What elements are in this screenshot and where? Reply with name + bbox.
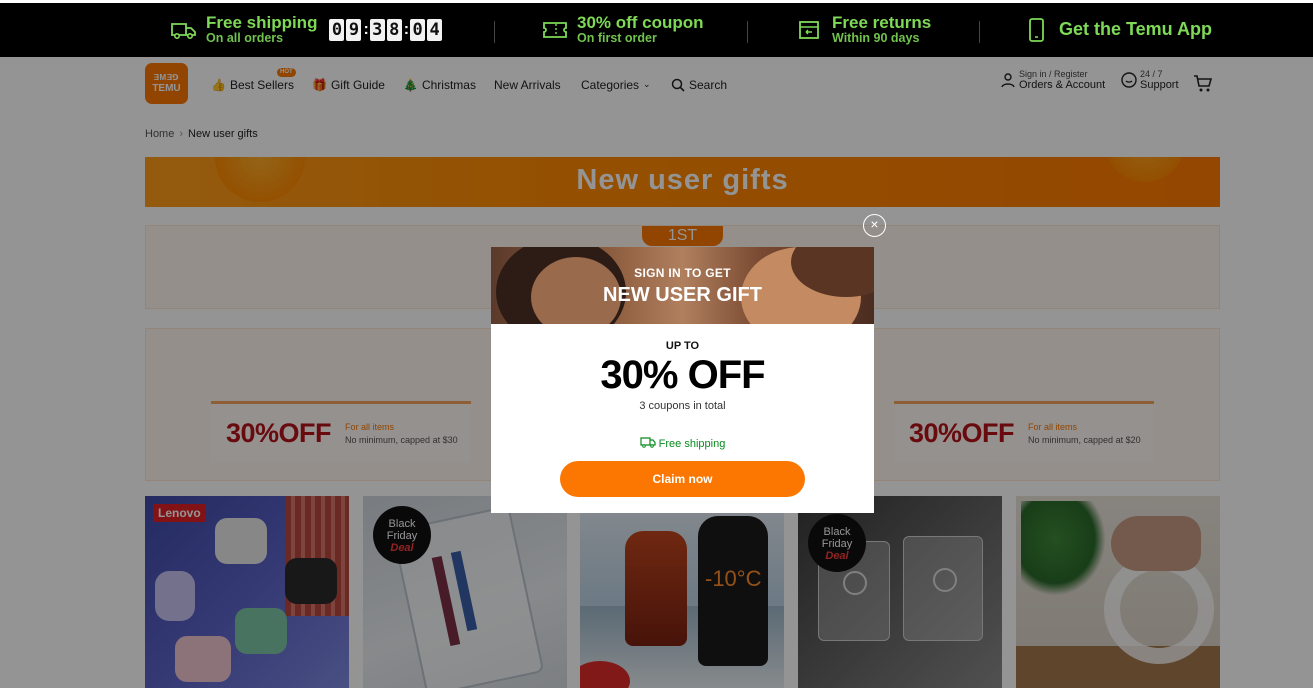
coupon-icon	[543, 22, 567, 38]
modal-free-shipping-label: Free shipping	[658, 438, 726, 450]
countdown-colon: :	[403, 21, 410, 38]
promo-divider	[494, 21, 495, 43]
get-app-promo[interactable]: Get the Temu App	[1023, 3, 1212, 57]
countdown-digit: 0	[329, 19, 345, 41]
close-icon: ×	[870, 216, 879, 232]
modal-free-shipping: Free shipping	[491, 437, 874, 450]
modal-discount: 30% OFF	[600, 353, 765, 397]
coupon-promo[interactable]: 30% off coupon On first order	[541, 3, 704, 57]
countdown-timer: 0 9 : 3 8 : 0 4	[329, 19, 444, 41]
modal-hero-image: SIGN IN TO GET NEW USER GIFT	[491, 247, 874, 324]
return-box-icon	[799, 21, 819, 39]
free-returns-subtitle: Within 90 days	[832, 31, 920, 46]
countdown-digit: 3	[369, 19, 385, 41]
modal-sign-in-text: SIGN IN TO GET	[634, 266, 731, 280]
new-user-gift-modal: SIGN IN TO GET NEW USER GIFT UP TO 30% O…	[491, 247, 874, 513]
promo-bar: Free shipping On all orders 0 9 : 3 8 : …	[0, 0, 1313, 57]
claim-now-button[interactable]: Claim now	[560, 461, 805, 497]
countdown-digit: 9	[346, 19, 362, 41]
countdown-digit: 8	[386, 19, 402, 41]
free-returns-promo[interactable]: Free returns Within 90 days	[796, 3, 931, 57]
modal-gift-title: NEW USER GIFT	[603, 284, 762, 306]
truck-icon	[171, 23, 196, 40]
modal-up-to: UP TO	[665, 340, 700, 352]
promo-divider	[747, 21, 748, 43]
close-modal-button[interactable]: ×	[863, 214, 886, 237]
free-shipping-promo[interactable]: Free shipping On all orders 0 9 : 3 8 : …	[170, 3, 444, 57]
modal-coupon-count: 3 coupons in total	[639, 400, 726, 412]
countdown-digit: 0	[410, 19, 426, 41]
promo-divider	[979, 21, 980, 43]
free-shipping-title: Free shipping	[206, 12, 318, 32]
free-returns-title: Free returns	[832, 12, 932, 32]
coupon-promo-subtitle: On first order	[577, 31, 657, 46]
free-shipping-subtitle: On all orders	[206, 31, 284, 46]
phone-icon	[1029, 18, 1044, 42]
get-app-label: Get the Temu App	[1059, 19, 1212, 40]
truck-icon	[640, 437, 656, 448]
coupon-promo-title: 30% off coupon	[577, 12, 704, 32]
countdown-digit: 4	[427, 19, 443, 41]
countdown-colon: :	[363, 21, 369, 38]
